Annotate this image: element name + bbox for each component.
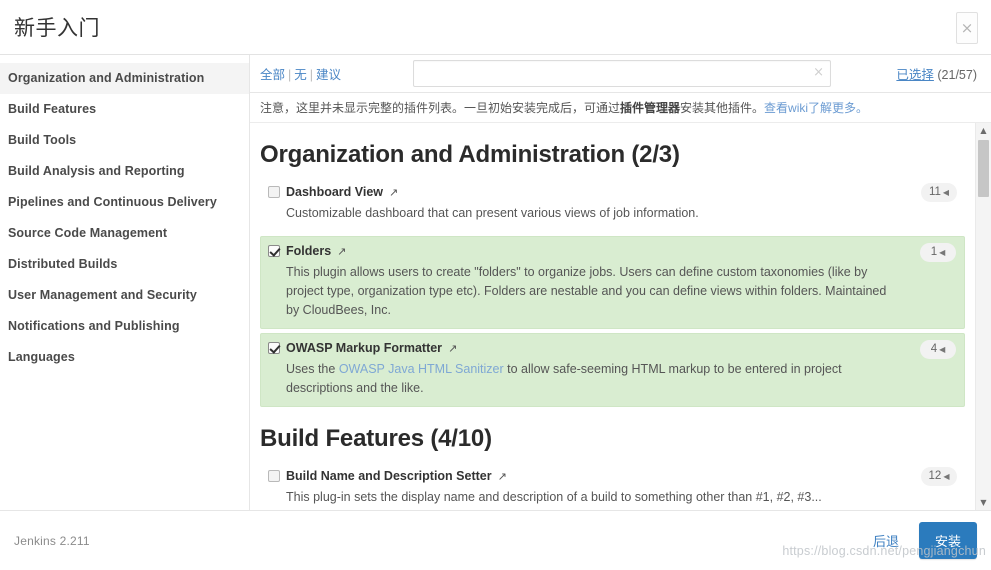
sidebar-item-3[interactable]: Build Analysis and Reporting bbox=[0, 156, 249, 187]
sidebar-item-label: Distributed Builds bbox=[8, 257, 118, 271]
sidebar-item-label: Build Tools bbox=[8, 133, 77, 147]
filter-suggested-link[interactable]: 建议 bbox=[316, 68, 341, 82]
filter-all-link[interactable]: 全部 bbox=[260, 68, 285, 82]
sidebar-item-label: Pipelines and Continuous Delivery bbox=[8, 195, 217, 209]
plugin-name[interactable]: Dashboard View bbox=[286, 185, 383, 199]
plugin-header: Folders ↗ bbox=[268, 244, 907, 258]
plugin-row[interactable]: OWASP Markup Formatter ↗ 4 ◀ Uses the OWASP … bbox=[260, 333, 965, 407]
notice-bold-text: 插件管理器 bbox=[620, 101, 681, 115]
footer-actions: 后退 安装 bbox=[867, 522, 977, 559]
plugin-name[interactable]: Build Name and Description Setter bbox=[286, 469, 492, 483]
dependency-count-badge[interactable]: 4 ◀ bbox=[920, 340, 956, 359]
notice-bar: 注意，这里并未显示完整的插件列表。一旦初始安装完成后，可通过 插件管理器 安装其他插… bbox=[250, 93, 991, 123]
plugin-header: OWASP Markup Formatter ↗ bbox=[268, 341, 907, 355]
notice-text-before: 注意，这里并未显示完整的插件列表。一旦初始安装完成后，可通过 bbox=[260, 101, 621, 115]
external-link-icon[interactable]: ↗ bbox=[337, 246, 346, 257]
install-button[interactable]: 安装 bbox=[918, 522, 977, 559]
back-button[interactable]: 后退 bbox=[867, 527, 905, 554]
selected-summary: 已选择 (21/57) bbox=[896, 64, 977, 83]
category-title: Build Features (4/10) bbox=[260, 425, 492, 452]
dependency-count-badge[interactable]: 11 ◀ bbox=[921, 183, 957, 202]
plugin-header: Dashboard View ↗ bbox=[268, 185, 907, 199]
main-panel: 全部 | 无 | 建议 × 已选择 (21/57) 注意，这里并未显示完整的插件列表。一… bbox=[250, 55, 991, 510]
desc-inline-link[interactable]: OWASP Java HTML Sanitizer bbox=[339, 362, 504, 376]
plugin-description: Customizable dashboard that can present … bbox=[286, 206, 699, 220]
filter-links: 全部 | 无 | 建议 bbox=[260, 64, 341, 83]
dialog-header: 新手入门 × bbox=[0, 0, 991, 55]
plugin-checkbox[interactable] bbox=[268, 186, 280, 198]
badge-count: 1 bbox=[930, 246, 938, 258]
plugin-row[interactable]: Dashboard View ↗ 11 ◀ Customizable dashboard… bbox=[260, 177, 965, 232]
plugin-header: Build Name and Description Setter ↗ bbox=[268, 469, 907, 483]
category-sidebar: Organization and Administration Build Fea… bbox=[0, 55, 250, 510]
scroll-down-icon[interactable]: ▼ bbox=[976, 495, 991, 510]
chevron-left-icon: ◀ bbox=[939, 248, 946, 257]
sidebar-item-label: Notifications and Publishing bbox=[8, 319, 180, 333]
plugin-row[interactable]: Folders ↗ 1 ◀ This plugin allows users to cr… bbox=[260, 236, 965, 329]
filter-none-link[interactable]: 无 bbox=[294, 68, 307, 82]
sidebar-item-5[interactable]: Source Code Management bbox=[0, 218, 249, 249]
sidebar-item-label: Organization and Administration bbox=[8, 71, 205, 85]
search-container: × bbox=[413, 60, 832, 87]
sidebar-item-0[interactable]: Organization and Administration bbox=[0, 63, 249, 94]
sidebar-item-9[interactable]: Languages bbox=[0, 342, 249, 373]
filter-separator-1: | bbox=[288, 68, 292, 82]
vertical-scrollbar[interactable]: ▲ ▼ bbox=[975, 123, 991, 510]
dependency-count-badge[interactable]: 12 ◀ bbox=[921, 467, 957, 486]
sidebar-item-label: Languages bbox=[8, 350, 75, 364]
sidebar-item-label: Build Analysis and Reporting bbox=[8, 164, 185, 178]
search-input[interactable] bbox=[413, 60, 832, 87]
jenkins-version-label: Jenkins 2.211 bbox=[14, 533, 90, 548]
sidebar-item-label: User Management and Security bbox=[8, 288, 197, 302]
plugin-checkbox[interactable] bbox=[268, 245, 280, 257]
selected-link[interactable]: 已选择 bbox=[896, 68, 934, 82]
filter-toolbar: 全部 | 无 | 建议 × 已选择 (21/57) bbox=[250, 55, 991, 93]
badge-count: 4 bbox=[930, 343, 938, 355]
plugin-name[interactable]: OWASP Markup Formatter bbox=[286, 341, 442, 355]
plugin-description: This plug-in sets the display name and d… bbox=[286, 490, 822, 504]
dependency-count-badge[interactable]: 1 ◀ bbox=[920, 243, 956, 262]
sidebar-item-6[interactable]: Distributed Builds bbox=[0, 249, 249, 280]
plugin-checkbox[interactable] bbox=[268, 342, 280, 354]
plugin-row[interactable]: Build Name and Description Setter ↗ 12 ◀ Thi… bbox=[260, 461, 965, 510]
sidebar-item-label: Build Features bbox=[8, 102, 97, 116]
selected-count: (21/57) bbox=[937, 68, 977, 82]
chevron-left-icon: ◀ bbox=[942, 188, 950, 197]
sidebar-item-label: Source Code Management bbox=[8, 226, 168, 240]
badge-count: 11 bbox=[928, 186, 941, 198]
chevron-left-icon: ◀ bbox=[939, 345, 946, 354]
plugin-description: This plugin allows users to create "fold… bbox=[286, 265, 887, 317]
sidebar-item-7[interactable]: User Management and Security bbox=[0, 280, 249, 311]
plugin-description: Uses the OWASP Java HTML Sanitizer to al… bbox=[286, 360, 907, 398]
chevron-left-icon: ◀ bbox=[943, 472, 950, 481]
external-link-icon[interactable]: ↗ bbox=[498, 471, 507, 482]
scrollbar-thumb[interactable] bbox=[978, 140, 989, 197]
dialog-footer: Jenkins 2.211 后退 安装 https://blog.csdn.ne… bbox=[0, 511, 991, 570]
desc-text-before: Uses the bbox=[286, 362, 339, 376]
sidebar-item-1[interactable]: Build Features bbox=[0, 94, 249, 125]
external-link-icon[interactable]: ↗ bbox=[389, 187, 398, 198]
plugin-list: Organization and Administration (2/3) Das… bbox=[250, 123, 991, 510]
external-link-icon[interactable]: ↗ bbox=[448, 343, 457, 354]
sidebar-item-2[interactable]: Build Tools bbox=[0, 125, 249, 156]
scroll-up-icon[interactable]: ▲ bbox=[976, 123, 991, 138]
clear-search-icon[interactable]: × bbox=[813, 65, 824, 81]
badge-count: 12 bbox=[928, 470, 942, 482]
close-icon[interactable]: × bbox=[956, 12, 978, 44]
notice-text-after: 安装其他插件。 bbox=[680, 101, 765, 115]
sidebar-item-8[interactable]: Notifications and Publishing bbox=[0, 311, 249, 342]
plugin-checkbox[interactable] bbox=[268, 470, 280, 482]
notice-wiki-link[interactable]: 查看wiki了解更多。 bbox=[764, 99, 868, 116]
setup-wizard-dialog: 新手入门 × Organization and Administration Bu… bbox=[0, 0, 991, 570]
plugin-name[interactable]: Folders bbox=[286, 244, 331, 258]
page-title: 新手入门 bbox=[14, 17, 100, 40]
sidebar-item-4[interactable]: Pipelines and Continuous Delivery bbox=[0, 187, 249, 218]
dialog-body: Organization and Administration Build Fea… bbox=[0, 55, 991, 511]
filter-separator-2: | bbox=[309, 68, 314, 82]
category-title: Organization and Administration (2/3) bbox=[260, 141, 680, 168]
